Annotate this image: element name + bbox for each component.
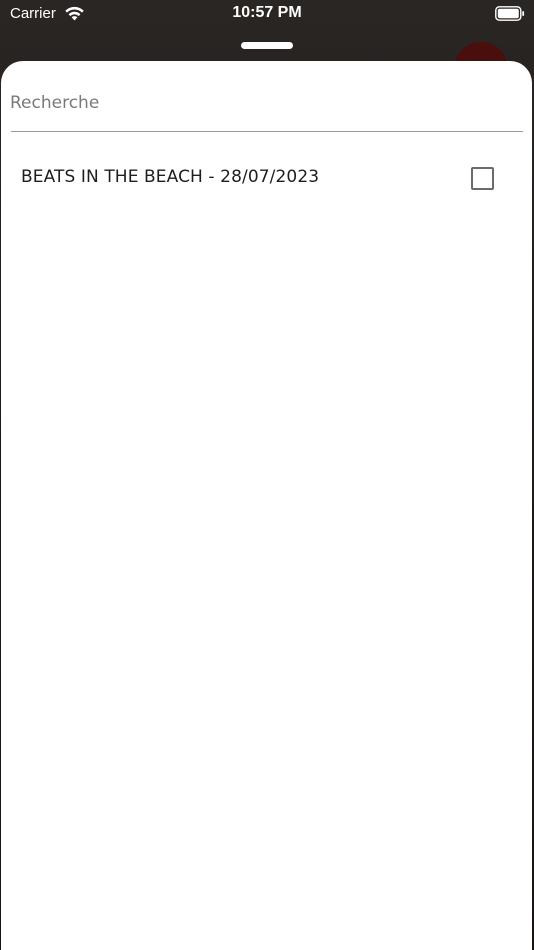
search-underline bbox=[11, 131, 523, 132]
status-bar: Carrier 10:57 PM bbox=[0, 0, 534, 30]
search-input[interactable] bbox=[10, 83, 522, 123]
event-list: BEATS IN THE BEACH - 28/07/2023 bbox=[1, 153, 532, 205]
list-item[interactable]: BEATS IN THE BEACH - 28/07/2023 bbox=[1, 153, 532, 205]
battery-icon bbox=[495, 6, 525, 21]
list-item-label: BEATS IN THE BEACH - 28/07/2023 bbox=[21, 167, 320, 187]
bottom-sheet: BEATS IN THE BEACH - 28/07/2023 bbox=[1, 61, 532, 950]
sheet-grab-handle[interactable] bbox=[241, 42, 293, 49]
status-time: 10:57 PM bbox=[232, 4, 302, 21]
list-item-checkbox[interactable] bbox=[471, 167, 494, 190]
